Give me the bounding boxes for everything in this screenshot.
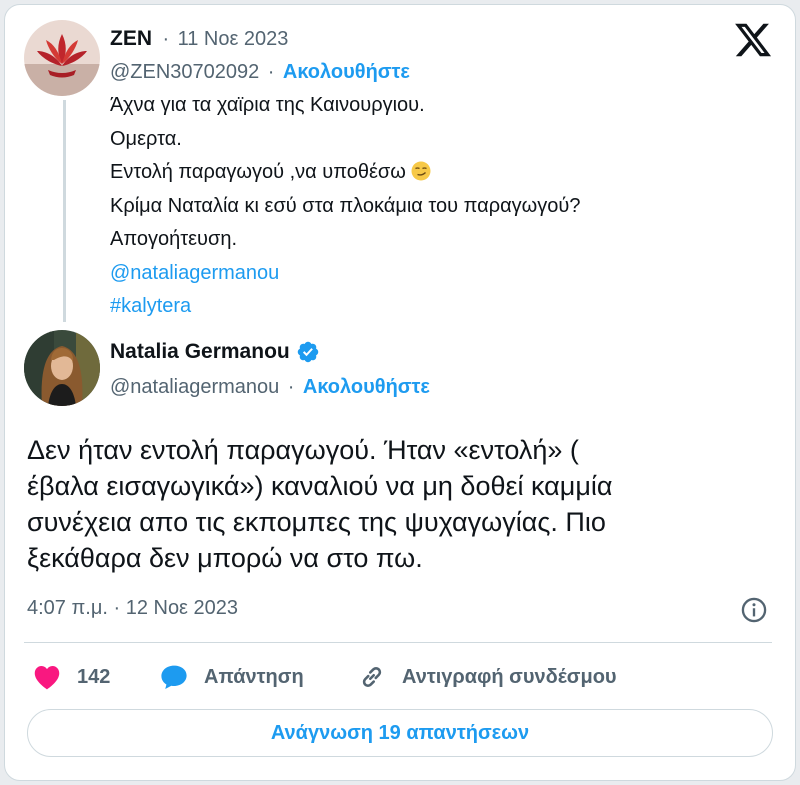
separator-dot: · — [287, 376, 295, 398]
profile-photo-image — [24, 330, 100, 406]
author-handle[interactable]: @nataliagermanou — [110, 376, 279, 398]
like-button[interactable]: 142 — [33, 662, 110, 692]
mention-link[interactable]: @nataliagermanou — [110, 262, 279, 285]
read-replies-label: Ανάγνωση 19 απαντήσεων — [270, 721, 530, 744]
tweet-timestamp[interactable]: 4:07 π.μ. · 12 Νοε 2023 — [27, 597, 238, 620]
tweet-text-line-with-emoji: Εντολή παραγωγού ,να υποθέσω — [110, 161, 431, 184]
read-replies-button[interactable]: Ανάγνωση 19 απαντήσεων — [27, 709, 773, 757]
author-name[interactable]: Natalia Germanou — [110, 340, 290, 364]
tweet-text-line: συνέχεια απο τις εκπομπες της ψυχαγωγίας… — [27, 507, 606, 537]
like-count: 142 — [77, 665, 111, 688]
copy-link-button[interactable]: Αντιγραφή συνδέσμου — [358, 662, 617, 692]
thread-connector-line — [63, 100, 66, 322]
heart-icon — [34, 666, 60, 690]
tweet-text-line: Ομερτα. — [110, 128, 182, 150]
info-icon[interactable] — [740, 596, 768, 624]
author-handle[interactable]: @ZEN30702092 — [110, 61, 259, 83]
lotus-avatar-image — [24, 20, 100, 96]
tweet-text-line: Εντολή παραγωγού ,να υποθέσω — [110, 161, 406, 183]
reply-bubble-icon — [161, 665, 187, 690]
separator-dot: · — [162, 28, 170, 50]
copy-link-label: Αντιγραφή συνδέσμου — [402, 665, 617, 688]
avatar-natalia[interactable] — [24, 330, 100, 406]
tweet-text-line: Άχνα για τα χαϊρια της Καινουργιου. — [110, 94, 425, 116]
avatar-zen[interactable] — [24, 20, 100, 96]
smirking-face-icon — [411, 161, 431, 181]
tweet-text-line: έβαλα εισαγωγικά») καναλιού να μη δοθεί … — [27, 471, 613, 501]
follow-button[interactable]: Ακολουθήστε — [283, 61, 410, 83]
tweet-text-line: Δεν ήταν εντολή παραγωγού. Ήταν «εντολή»… — [27, 435, 579, 465]
x-logo-icon[interactable] — [733, 20, 773, 60]
reply-button[interactable]: Απάντηση — [160, 662, 304, 692]
tweet-text-line: Απογοήτευση. — [110, 228, 238, 250]
divider — [24, 642, 772, 643]
author-name[interactable]: ZEN — [110, 27, 152, 50]
separator-dot: · — [267, 61, 275, 83]
verified-badge-icon — [297, 341, 318, 363]
hashtag-link[interactable]: #kalytera — [110, 295, 191, 318]
tweet-date[interactable]: 11 Νοε 2023 — [178, 28, 289, 50]
reply-label: Απάντηση — [204, 665, 304, 688]
link-icon — [362, 667, 382, 687]
follow-button[interactable]: Ακολουθήστε — [303, 376, 430, 398]
tweet-body: Δεν ήταν εντολή παραγωγού. Ήταν «εντολή»… — [27, 432, 767, 576]
tweet-text-line: ξεκάθαρα δεν μπορώ να στο πω. — [27, 543, 423, 573]
tweet-text-line: Κρίμα Ναταλία κι εσύ στα πλοκάμια του πα… — [110, 195, 581, 217]
